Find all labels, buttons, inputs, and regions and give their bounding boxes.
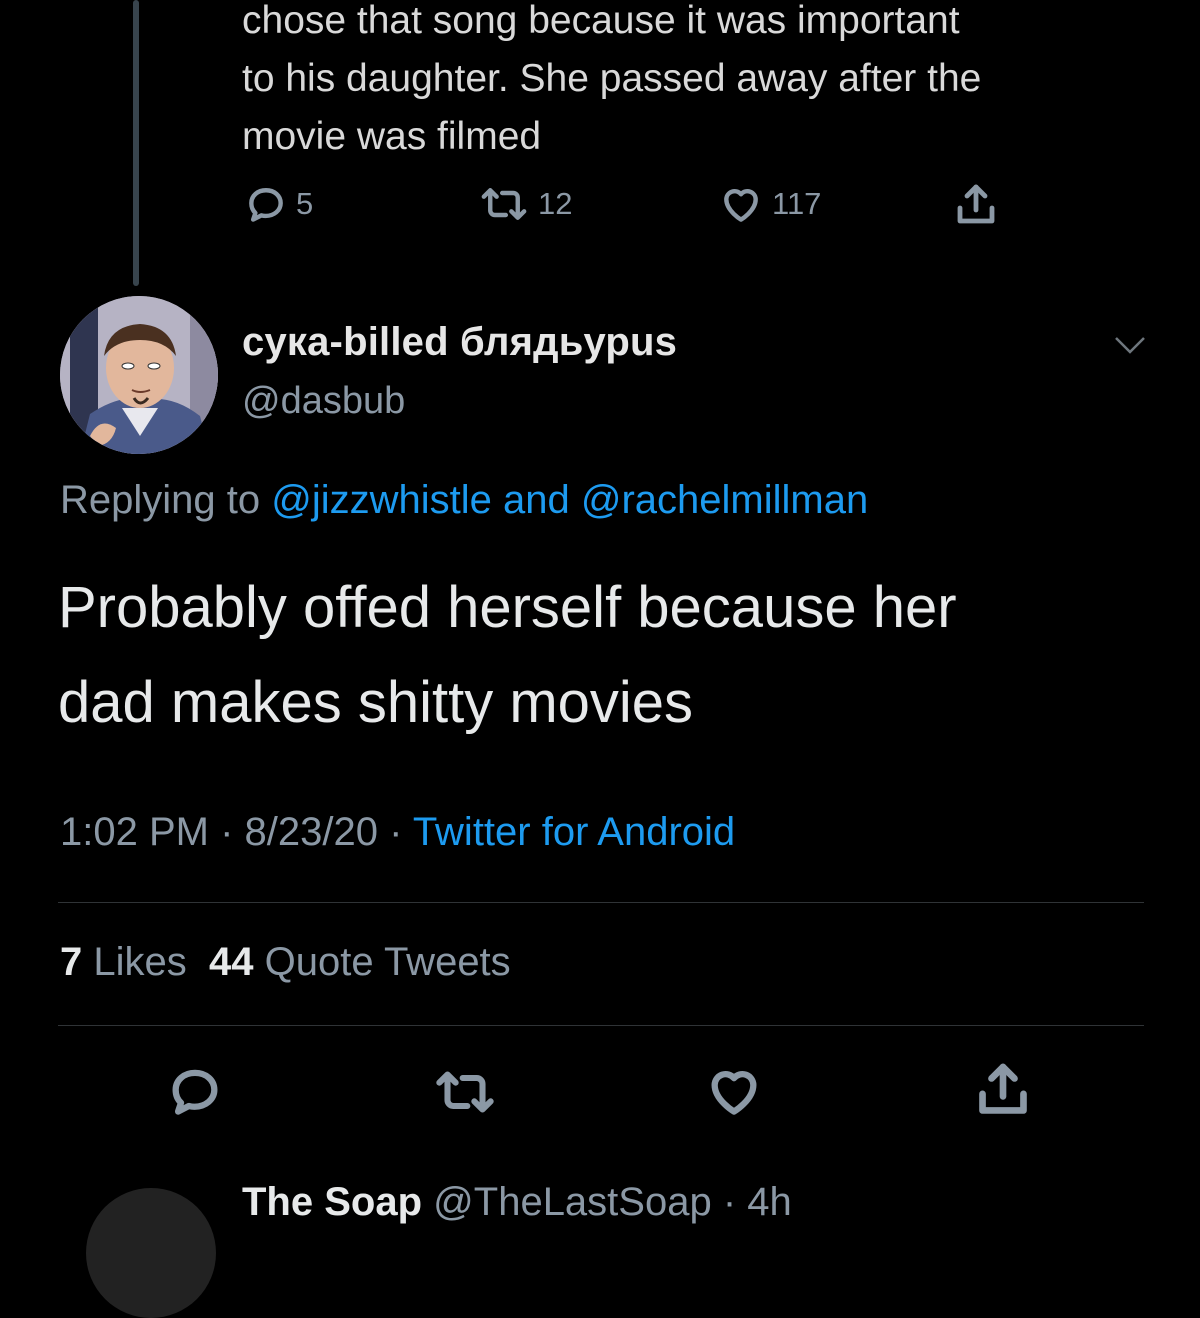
next-tweet-header: The Soap @TheLastSoap · 4h [242, 1180, 792, 1225]
like-button[interactable] [704, 1062, 764, 1125]
heart-icon [711, 1071, 757, 1115]
previous-tweet-line: chose that song because it was important [242, 0, 960, 42]
previous-reply-button[interactable]: 5 [244, 182, 313, 226]
meta-separator: · [208, 810, 245, 854]
tweet-date[interactable]: 8/23/20 [245, 810, 378, 854]
previous-like-count: 117 [772, 186, 822, 221]
tweet-text: Probably offed herself because her dad m… [58, 560, 1158, 750]
previous-retweet-button[interactable]: 12 [478, 182, 572, 226]
replying-and[interactable]: and [492, 478, 581, 522]
tweet-stats: 7 Likes 44 Quote Tweets [60, 940, 511, 985]
previous-tweet-text: chose that song because it was important… [242, 0, 1172, 166]
quote-tweets-count: 44 [208, 940, 254, 984]
retweet-icon [481, 188, 527, 220]
replying-prefix: Replying to [60, 478, 272, 522]
tweet-text-line: Probably offed herself because her [58, 575, 957, 640]
tweet-source-link[interactable]: Twitter for Android [413, 810, 735, 854]
tweet-text-line: dad makes shitty movies [58, 670, 694, 735]
reply-mention-link[interactable]: @rachelmillman [581, 478, 868, 522]
likes-stat[interactable]: 7 Likes [60, 940, 187, 984]
quote-tweets-label: Quote Tweets [253, 940, 511, 984]
divider [58, 1025, 1144, 1026]
likes-label: Likes [82, 940, 187, 984]
reply-mention-link[interactable]: @jizzwhistle [271, 478, 492, 522]
display-name[interactable]: сука-billed блядьурus [242, 320, 677, 365]
previous-retweet-count: 12 [538, 186, 573, 221]
retweet-button[interactable] [432, 1064, 498, 1125]
reply-icon [249, 188, 283, 222]
divider [58, 902, 1144, 903]
previous-reply-count: 5 [296, 186, 314, 221]
reply-button[interactable] [166, 1062, 224, 1125]
next-tweet-handle-time: @TheLastSoap · 4h [433, 1180, 792, 1224]
previous-tweet-line: movie was filmed [242, 115, 542, 158]
tweet-meta: 1:02 PM · 8/23/20 · Twitter for Android [60, 810, 735, 855]
likes-count: 7 [60, 940, 83, 984]
share-icon [957, 184, 995, 224]
avatar[interactable] [60, 296, 218, 454]
user-handle[interactable]: @dasbub [242, 380, 405, 423]
retweet-icon [436, 1071, 494, 1113]
next-tweet-avatar[interactable] [86, 1188, 216, 1318]
chevron-down-icon [1115, 337, 1145, 354]
meta-separator: · [377, 810, 413, 854]
share-icon [979, 1063, 1027, 1114]
heart-icon [724, 189, 758, 222]
reply-icon [172, 1069, 218, 1115]
avatar-illustration [60, 296, 218, 454]
previous-like-button[interactable]: 117 [718, 182, 821, 226]
tweet-menu-button[interactable] [1110, 330, 1150, 365]
quote-tweets-stat[interactable]: 44 Quote Tweets [209, 940, 511, 984]
share-button[interactable] [972, 1058, 1034, 1127]
previous-tweet-line: to his daughter. She passed away after t… [242, 57, 982, 100]
previous-share-button[interactable] [952, 180, 1000, 230]
next-tweet-display-name[interactable]: The Soap [242, 1180, 422, 1224]
tweet-time[interactable]: 1:02 PM [60, 810, 209, 854]
thread-connector-line [133, 0, 139, 286]
replying-to: Replying to @jizzwhistle and @rachelmill… [60, 478, 868, 523]
